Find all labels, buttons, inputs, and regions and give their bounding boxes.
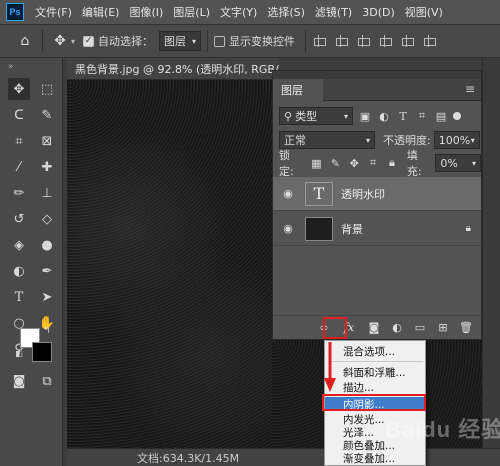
baidu-watermark: Baidu 经验 bbox=[385, 417, 500, 442]
annotation-arrow bbox=[324, 342, 336, 392]
